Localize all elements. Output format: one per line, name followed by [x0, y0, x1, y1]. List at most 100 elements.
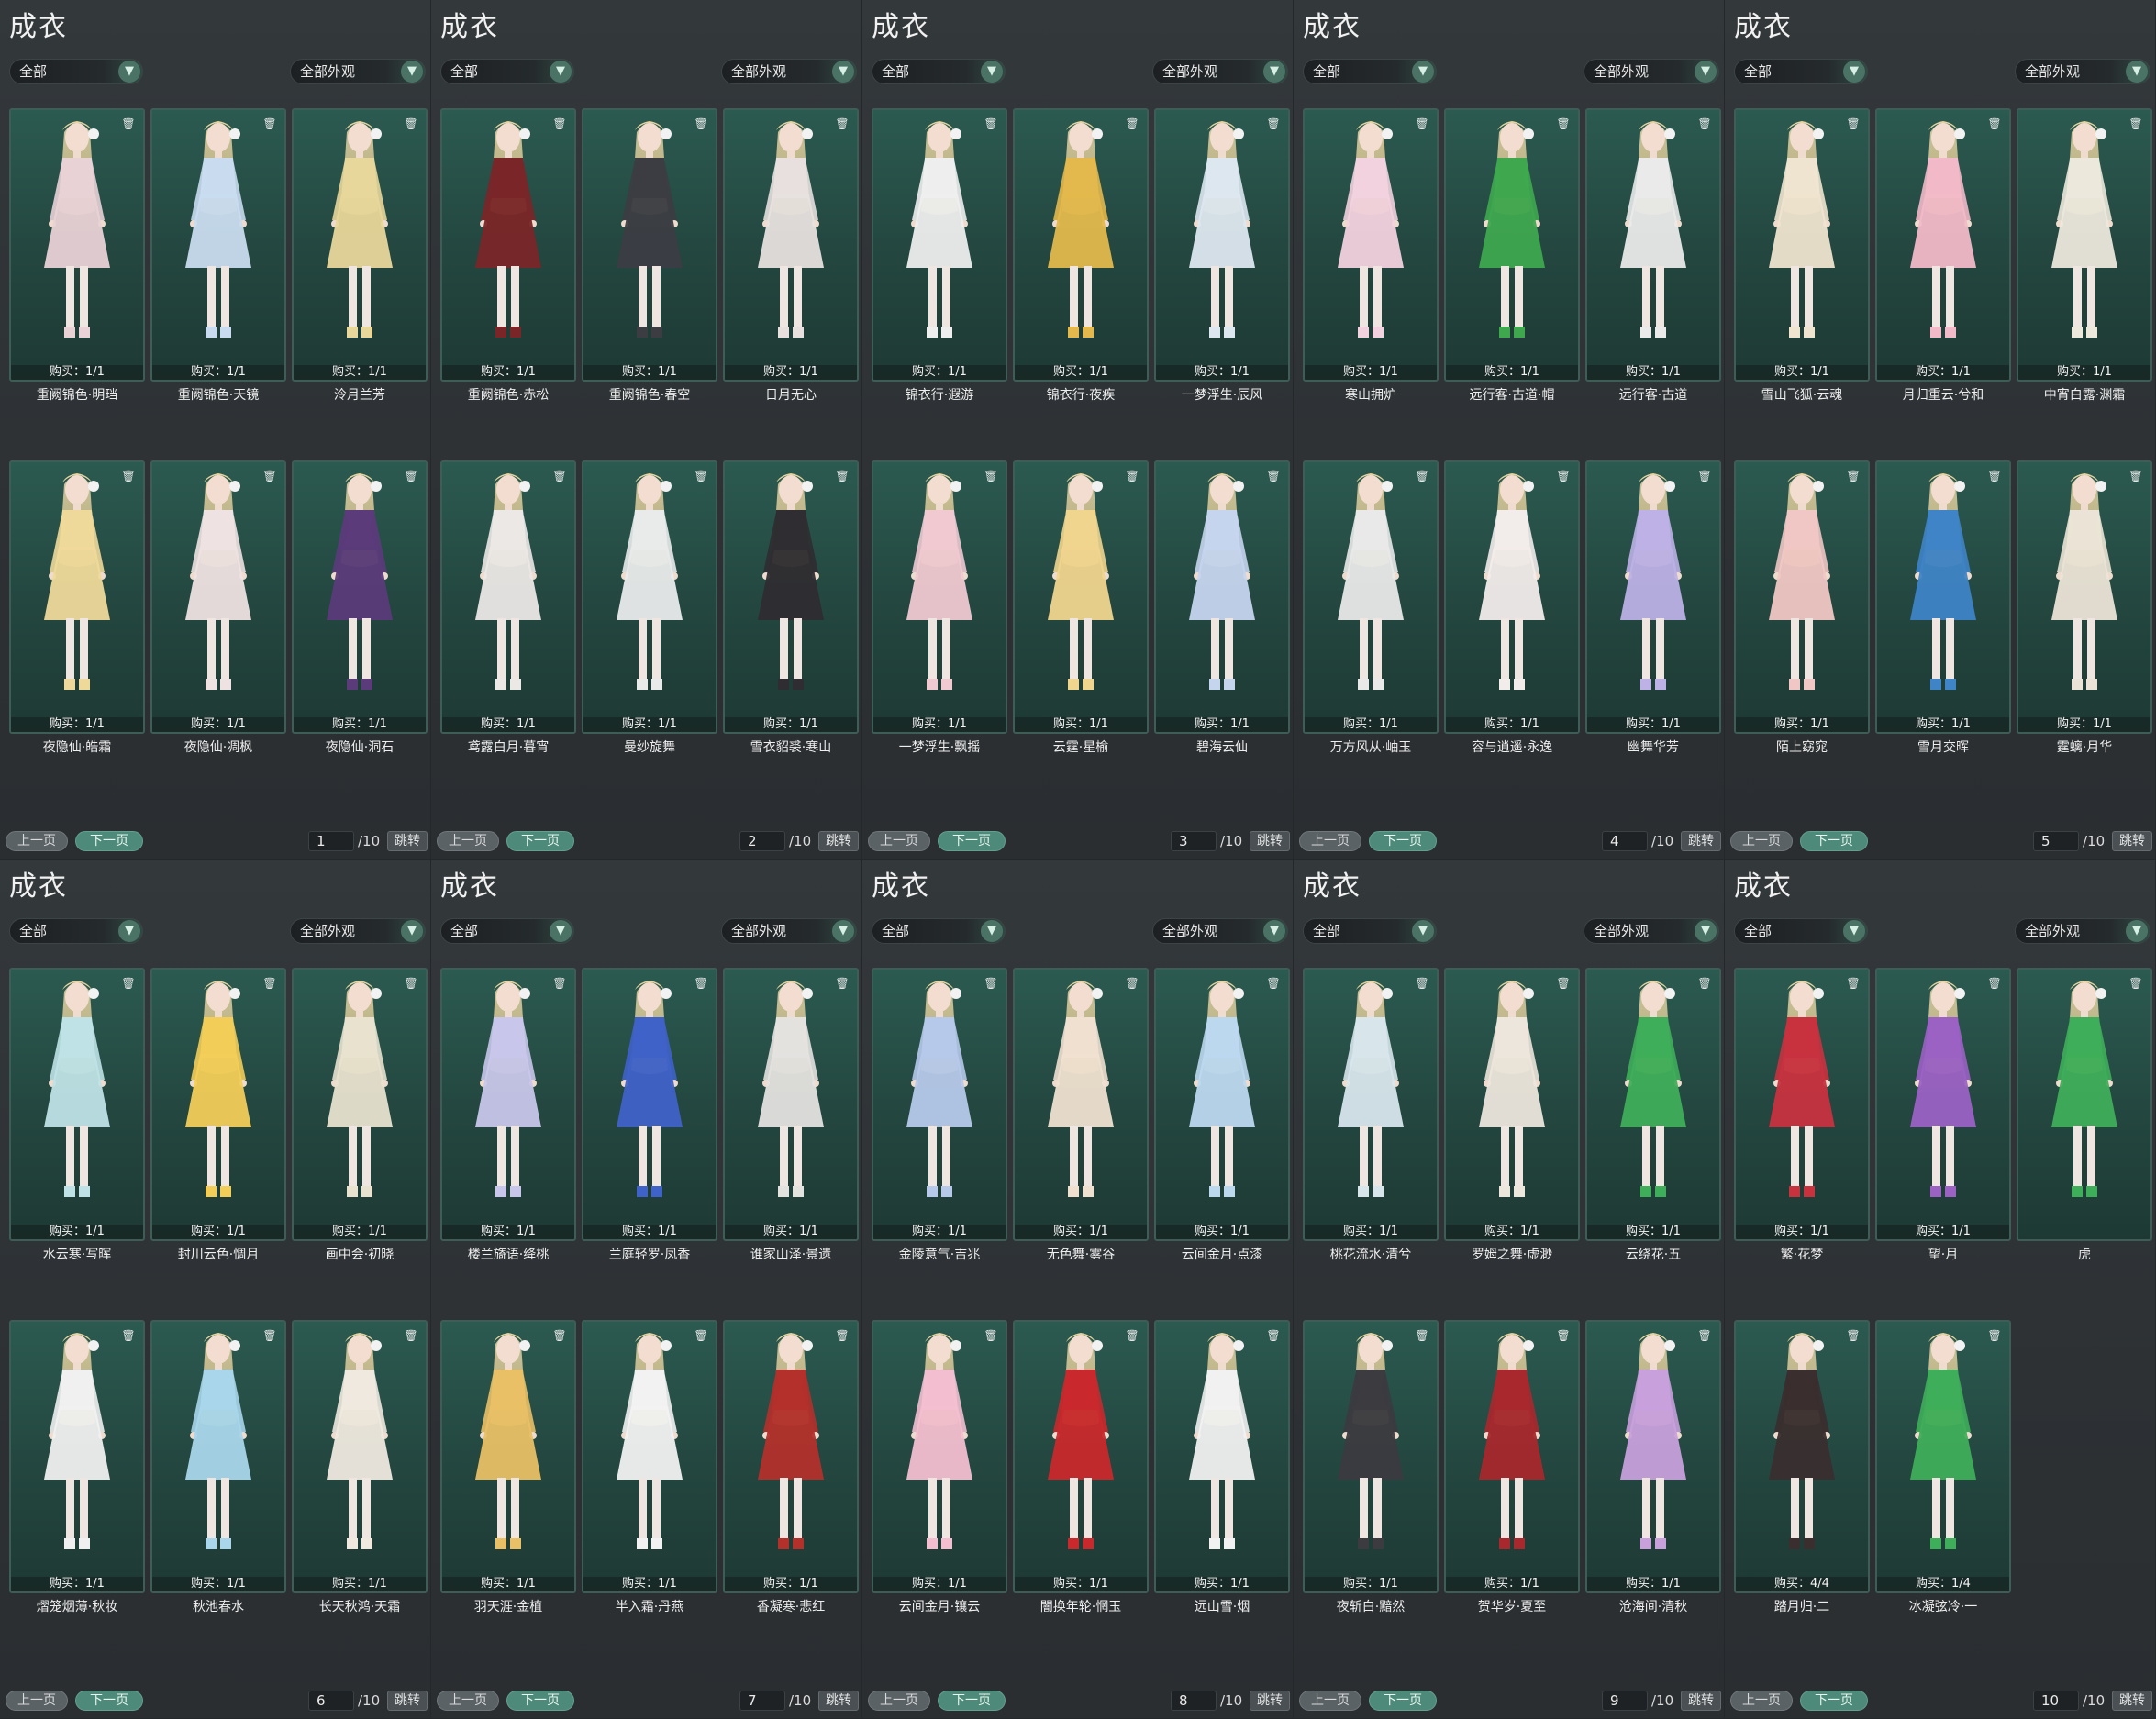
page-number-input[interactable]: 10	[2033, 1691, 2079, 1711]
outfit-card[interactable]: 🗑 购买：1/1	[150, 1320, 286, 1593]
outfit-card[interactable]: 🗑 购买：1/1	[872, 1320, 1007, 1593]
outfit-card[interactable]: 🗑 购买：1/1	[440, 108, 576, 382]
prev-page-button[interactable]: 上一页	[868, 831, 930, 851]
appearance-filter-dropdown[interactable]: 全部外观 ▼	[290, 918, 426, 944]
page-number-input[interactable]: 3	[1171, 831, 1217, 851]
jump-button[interactable]: 跳转	[1681, 1691, 1721, 1711]
outfit-card[interactable]: 🗑 购买：1/1	[1444, 1320, 1580, 1593]
jump-button[interactable]: 跳转	[818, 1691, 859, 1711]
page-number-input[interactable]: 7	[739, 1691, 785, 1711]
next-page-button[interactable]: 下一页	[1369, 1691, 1437, 1711]
outfit-card[interactable]: 🗑 购买：1/1	[150, 460, 286, 734]
outfit-card[interactable]: 🗑 购买：1/1	[1013, 108, 1149, 382]
outfit-card[interactable]: 🗑 购买：4/4	[1734, 1320, 1870, 1593]
outfit-card[interactable]: 🗑 购买：1/1	[582, 1320, 717, 1593]
trash-icon[interactable]: 🗑	[1556, 1327, 1571, 1344]
prev-page-button[interactable]: 上一页	[6, 831, 68, 851]
trash-icon[interactable]: 🗑	[1987, 1327, 2002, 1344]
category-filter-dropdown[interactable]: 全部 ▼	[872, 59, 1006, 84]
trash-icon[interactable]: 🗑	[1846, 975, 1861, 992]
jump-button[interactable]: 跳转	[1250, 831, 1290, 851]
category-filter-dropdown[interactable]: 全部 ▼	[440, 918, 574, 944]
category-filter-dropdown[interactable]: 全部 ▼	[1734, 59, 1868, 84]
prev-page-button[interactable]: 上一页	[437, 1691, 499, 1711]
trash-icon[interactable]: 🗑	[1987, 116, 2002, 132]
trash-icon[interactable]: 🗑	[552, 1327, 567, 1344]
trash-icon[interactable]: 🗑	[404, 116, 418, 132]
outfit-card[interactable]: 🗑 购买：1/1	[1154, 968, 1290, 1241]
outfit-card[interactable]: 🗑 购买：1/1	[1734, 968, 1870, 1241]
outfit-card[interactable]: 🗑 购买：1/1	[1444, 968, 1580, 1241]
outfit-card[interactable]: 🗑 购买：1/1	[1303, 968, 1439, 1241]
page-number-input[interactable]: 5	[2033, 831, 2079, 851]
outfit-card[interactable]: 🗑 购买：1/1	[1875, 108, 2011, 382]
trash-icon[interactable]: 🗑	[984, 468, 998, 484]
outfit-card[interactable]: 🗑 购买：1/1	[723, 108, 859, 382]
outfit-card[interactable]: 🗑 购买：1/1	[1303, 1320, 1439, 1593]
trash-icon[interactable]: 🗑	[1415, 975, 1429, 992]
outfit-card[interactable]: 🗑 购买：1/1	[1303, 460, 1439, 734]
category-filter-dropdown[interactable]: 全部 ▼	[9, 918, 143, 944]
page-number-input[interactable]: 2	[739, 831, 785, 851]
trash-icon[interactable]: 🗑	[1697, 975, 1712, 992]
outfit-card[interactable]: 🗑 购买：1/1	[1444, 108, 1580, 382]
trash-icon[interactable]: 🗑	[1697, 116, 1712, 132]
outfit-card[interactable]: 🗑	[2017, 968, 2152, 1241]
category-filter-dropdown[interactable]: 全部 ▼	[9, 59, 143, 84]
outfit-card[interactable]: 🗑 购买：1/1	[582, 108, 717, 382]
trash-icon[interactable]: 🗑	[694, 116, 708, 132]
trash-icon[interactable]: 🗑	[552, 975, 567, 992]
category-filter-dropdown[interactable]: 全部 ▼	[440, 59, 574, 84]
trash-icon[interactable]: 🗑	[835, 116, 850, 132]
trash-icon[interactable]: 🗑	[1415, 468, 1429, 484]
outfit-card[interactable]: 🗑 购买：1/1	[1154, 460, 1290, 734]
outfit-card[interactable]: 🗑 购买：1/1	[1013, 460, 1149, 734]
trash-icon[interactable]: 🗑	[1125, 975, 1139, 992]
trash-icon[interactable]: 🗑	[262, 468, 277, 484]
trash-icon[interactable]: 🗑	[552, 468, 567, 484]
trash-icon[interactable]: 🗑	[1125, 116, 1139, 132]
trash-icon[interactable]: 🗑	[984, 1327, 998, 1344]
prev-page-button[interactable]: 上一页	[868, 1691, 930, 1711]
trash-icon[interactable]: 🗑	[1697, 1327, 1712, 1344]
next-page-button[interactable]: 下一页	[506, 1691, 574, 1711]
prev-page-button[interactable]: 上一页	[437, 831, 499, 851]
outfit-card[interactable]: 🗑 购买：1/1	[1875, 968, 2011, 1241]
prev-page-button[interactable]: 上一页	[1299, 831, 1361, 851]
outfit-card[interactable]: 🗑 购买：1/1	[292, 108, 428, 382]
outfit-card[interactable]: 🗑 购买：1/1	[1875, 460, 2011, 734]
trash-icon[interactable]: 🗑	[694, 468, 708, 484]
category-filter-dropdown[interactable]: 全部 ▼	[1303, 918, 1437, 944]
next-page-button[interactable]: 下一页	[1800, 831, 1868, 851]
outfit-card[interactable]: 🗑 购买：1/1	[1303, 108, 1439, 382]
jump-button[interactable]: 跳转	[818, 831, 859, 851]
page-number-input[interactable]: 4	[1602, 831, 1648, 851]
appearance-filter-dropdown[interactable]: 全部外观 ▼	[2015, 59, 2150, 84]
trash-icon[interactable]: 🗑	[835, 975, 850, 992]
outfit-card[interactable]: 🗑 购买：1/1	[1585, 968, 1721, 1241]
trash-icon[interactable]: 🗑	[1987, 468, 2002, 484]
trash-icon[interactable]: 🗑	[2128, 116, 2143, 132]
next-page-button[interactable]: 下一页	[75, 831, 143, 851]
page-number-input[interactable]: 1	[308, 831, 354, 851]
outfit-card[interactable]: 🗑 购买：1/1	[9, 968, 145, 1241]
trash-icon[interactable]: 🗑	[1987, 975, 2002, 992]
next-page-button[interactable]: 下一页	[1800, 1691, 1868, 1711]
appearance-filter-dropdown[interactable]: 全部外观 ▼	[290, 59, 426, 84]
outfit-card[interactable]: 🗑 购买：1/1	[150, 968, 286, 1241]
outfit-card[interactable]: 🗑 购买：1/1	[1444, 460, 1580, 734]
outfit-card[interactable]: 🗑 购买：1/1	[292, 1320, 428, 1593]
prev-page-button[interactable]: 上一页	[6, 1691, 68, 1711]
trash-icon[interactable]: 🗑	[1556, 468, 1571, 484]
outfit-card[interactable]: 🗑 购买：1/1	[1154, 108, 1290, 382]
trash-icon[interactable]: 🗑	[984, 975, 998, 992]
outfit-card[interactable]: 🗑 购买：1/1	[440, 460, 576, 734]
trash-icon[interactable]: 🗑	[1556, 975, 1571, 992]
trash-icon[interactable]: 🗑	[694, 1327, 708, 1344]
trash-icon[interactable]: 🗑	[1556, 116, 1571, 132]
trash-icon[interactable]: 🗑	[835, 468, 850, 484]
trash-icon[interactable]: 🗑	[121, 1327, 136, 1344]
trash-icon[interactable]: 🗑	[121, 975, 136, 992]
outfit-card[interactable]: 🗑 购买：1/1	[292, 460, 428, 734]
outfit-card[interactable]: 🗑 购买：1/1	[872, 968, 1007, 1241]
